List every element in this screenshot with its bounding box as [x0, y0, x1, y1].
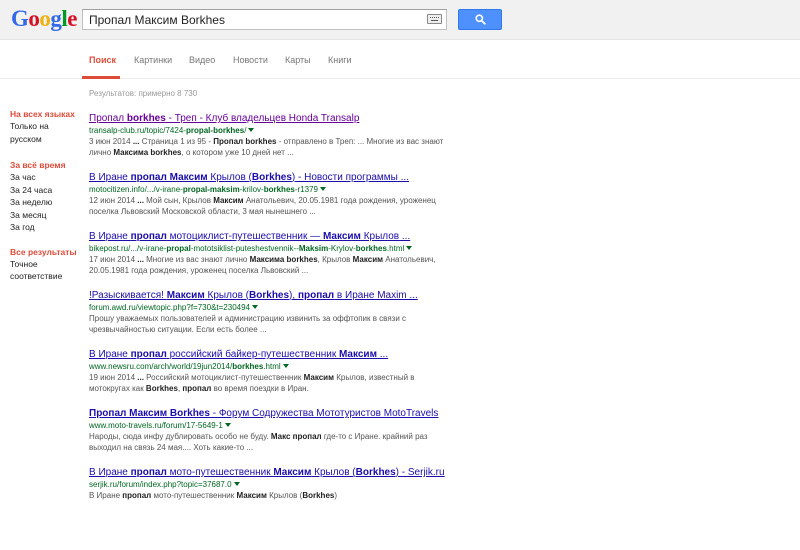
search-button[interactable] — [458, 9, 502, 30]
result-url: www.newsru.com/arch/world/19jun2014/bork… — [89, 361, 449, 372]
search-tabs: Поиск Картинки Видео Новости Карты Книги — [0, 41, 800, 79]
result-options-arrow-icon[interactable] — [248, 128, 255, 132]
logo-letter: G — [11, 6, 29, 31]
result-url: forum.awd.ru/viewtopic.php?f=730&t=23049… — [89, 302, 449, 313]
result-options-arrow-icon[interactable] — [224, 423, 231, 427]
result-title-link[interactable]: В Иране пропал Максим Крылов (Borkhes) -… — [89, 172, 449, 184]
result-title-link[interactable]: Пропал borkhes - Треп - Клуб владельцев … — [89, 113, 449, 125]
nav-time-month[interactable]: За месяц — [10, 209, 82, 222]
nav-results-exact-line1[interactable]: Точное — [10, 258, 82, 271]
google-logo[interactable]: Google — [11, 6, 77, 32]
nav-time-hour[interactable]: За час — [10, 171, 82, 184]
result-options-arrow-icon[interactable] — [282, 364, 289, 368]
result-title-link[interactable]: В Иране пропал российский байкер-путешес… — [89, 349, 449, 361]
search-result: В Иране пропал мото-путешественник Макси… — [89, 467, 449, 501]
result-title-link[interactable]: В Иране пропал мото-путешественник Макси… — [89, 467, 449, 479]
result-title-link[interactable]: В Иране пропал мотоциклист-путешественни… — [89, 231, 449, 243]
search-result: !Разыскивается! Максим Крылов (Borkhes),… — [89, 290, 449, 335]
search-result: В Иране пропал российский байкер-путешес… — [89, 349, 449, 394]
tab-news[interactable]: Новости — [233, 55, 268, 65]
result-url: www.moto-travels.ru/forum/17-5649-1 — [89, 420, 449, 431]
result-snippet: 19 июн 2014 ... Российский мотоциклист-п… — [89, 373, 415, 393]
nav-time-year[interactable]: За год — [10, 221, 82, 234]
logo-letter: o — [39, 6, 51, 31]
header-bar: Google — [0, 0, 800, 40]
result-title-link[interactable]: !Разыскивается! Максим Крылов (Borkhes),… — [89, 290, 449, 302]
nav-time-day[interactable]: За 24 часа — [10, 184, 82, 197]
tab-search[interactable]: Поиск — [89, 55, 116, 65]
tab-images[interactable]: Картинки — [134, 55, 172, 65]
result-snippet: Прошу уважаемых пользователей и админист… — [89, 314, 407, 334]
result-options-arrow-icon[interactable] — [319, 187, 326, 191]
nav-time-all[interactable]: За всё время — [10, 159, 82, 171]
nav-lang-russian-line2[interactable]: русском — [10, 133, 82, 146]
search-box[interactable] — [82, 9, 447, 30]
tab-video[interactable]: Видео — [189, 55, 215, 65]
tab-books[interactable]: Книги — [328, 55, 352, 65]
search-result: Пропал Максим Borkhes - Форум Содружеств… — [89, 408, 449, 453]
result-snippet: 12 июн 2014 ... Мой сын, Крылов Максим А… — [89, 196, 436, 216]
result-snippet: 17 июн 2014 ... Многие из вас знают личн… — [89, 255, 436, 275]
result-snippet: В Иране пропал мото-путешественник Макси… — [89, 491, 338, 500]
logo-letter: e — [67, 6, 77, 31]
result-options-arrow-icon[interactable] — [252, 305, 258, 309]
logo-letter: g — [50, 6, 62, 31]
nav-results-all[interactable]: Все результаты — [10, 246, 82, 258]
search-result: Пропал borkhes - Треп - Клуб владельцев … — [89, 113, 449, 158]
result-stats: Результатов: примерно 8 730 — [89, 89, 198, 98]
logo-letter: o — [28, 6, 40, 31]
nav-lang-russian-line1[interactable]: Только на — [10, 120, 82, 133]
result-url: motocitizen.info/.../v-irane-propal-maks… — [89, 184, 449, 195]
result-url: serjik.ru/forum/index.php?topic=37687.0 — [89, 479, 449, 490]
search-result: В Иране пропал Максим Крылов (Borkhes) -… — [89, 172, 449, 217]
nav-lang-all[interactable]: На всех языках — [10, 108, 82, 120]
tab-maps[interactable]: Карты — [285, 55, 311, 65]
search-icon — [475, 14, 486, 25]
result-options-arrow-icon[interactable] — [406, 246, 413, 250]
active-tab-indicator — [82, 76, 120, 79]
nav-results-exact-line2[interactable]: соответствие — [10, 270, 82, 283]
search-tools-sidebar: На всех языках Только на русском За всё … — [10, 108, 82, 283]
search-results: Пропал borkhes - Треп - Клуб владельцев … — [89, 113, 449, 515]
search-input[interactable] — [83, 10, 423, 29]
result-options-arrow-icon[interactable] — [233, 482, 240, 486]
result-snippet: Народы, сюда инфу дублировать особо не б… — [89, 432, 428, 452]
nav-time-week[interactable]: За неделю — [10, 196, 82, 209]
result-title-link[interactable]: Пропал Максим Borkhes - Форум Содружеств… — [89, 408, 449, 420]
result-url: transalp-club.ru/topic/7424-propal-borkh… — [89, 125, 449, 136]
search-result: В Иране пропал мотоциклист-путешественни… — [89, 231, 449, 276]
result-url: bikepost.ru/.../v-irane-propal-mototsikl… — [89, 243, 449, 254]
result-snippet: 3 июн 2014 ... Страница 1 из 95 - Пропал… — [89, 137, 444, 157]
keyboard-icon[interactable] — [427, 14, 442, 24]
